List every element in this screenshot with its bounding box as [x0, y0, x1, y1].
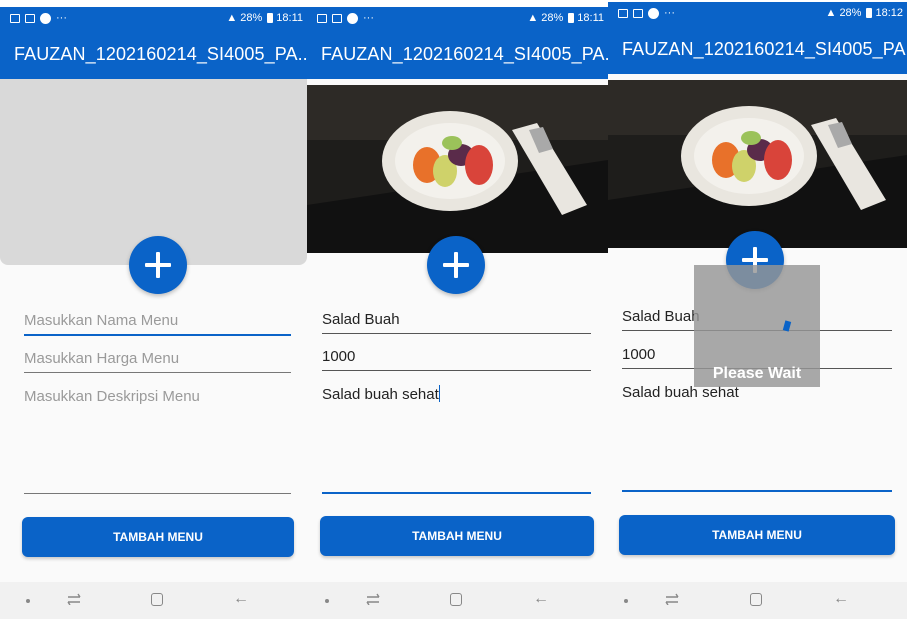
fruit-salad-photo	[307, 85, 608, 253]
calendar-notification-icon	[25, 13, 35, 23]
calendar-notification-icon	[332, 13, 342, 23]
progress-spinner-icon	[782, 320, 792, 332]
battery-icon	[267, 13, 274, 23]
signal-icon: ▲	[825, 7, 837, 19]
gallery-notification-icon	[317, 13, 327, 23]
app-title-bar: FAUZAN_1202160214_SI4005_PA...	[608, 24, 907, 74]
signal-icon: ▲	[226, 12, 238, 24]
status-bar: ··· ▲ 28% 18:11	[307, 7, 608, 29]
gallery-notification-icon	[10, 13, 20, 23]
app-notification-icon	[347, 12, 358, 24]
status-bar: ··· ▲ 28% 18:12	[608, 2, 907, 24]
loading-text: Please Wait	[712, 365, 802, 382]
home-icon[interactable]	[750, 593, 762, 606]
more-notifications: ···	[664, 7, 675, 19]
gallery-notification-icon	[618, 8, 628, 18]
fruit-salad-photo	[608, 80, 907, 248]
battery-percent: 28%	[839, 7, 862, 19]
screen-empty-form: ··· ▲ 28% 18:11 FAUZAN_1202160214_SI4005…	[0, 7, 307, 619]
nav-indicator-dot	[624, 599, 628, 603]
app-title: FAUZAN_1202160214_SI4005_PA...	[622, 38, 907, 59]
app-title-bar: FAUZAN_1202160214_SI4005_PA...	[0, 29, 307, 79]
menu-price-field[interactable]: 1000	[322, 348, 591, 371]
navigation-bar: ←	[608, 582, 907, 619]
screen-loading: ··· ▲ 28% 18:12 FAUZAN_1202160214_SI4005…	[608, 2, 907, 619]
back-icon[interactable]: ←	[833, 590, 849, 608]
add-menu-button[interactable]: TAMBAH MENU	[320, 516, 594, 556]
back-icon[interactable]: ←	[533, 590, 549, 608]
add-image-button[interactable]	[427, 236, 485, 294]
app-title: FAUZAN_1202160214_SI4005_PA...	[14, 43, 307, 64]
menu-photo[interactable]	[307, 85, 608, 253]
clock: 18:11	[276, 12, 303, 24]
app-notification-icon	[40, 12, 51, 24]
clock: 18:11	[577, 12, 604, 24]
menu-price-field[interactable]: Masukkan Harga Menu	[24, 350, 291, 373]
add-image-button[interactable]	[129, 236, 187, 294]
navigation-bar: ←	[307, 582, 608, 619]
clock: 18:12	[875, 7, 903, 19]
menu-name-field[interactable]: Masukkan Nama Menu	[24, 312, 291, 336]
nav-indicator-dot	[26, 599, 30, 603]
app-title: FAUZAN_1202160214_SI4005_PA...	[321, 43, 608, 64]
add-menu-button[interactable]: TAMBAH MENU	[619, 515, 895, 555]
recent-apps-icon[interactable]	[366, 593, 380, 605]
menu-photo[interactable]	[608, 80, 907, 248]
app-title-bar: FAUZAN_1202160214_SI4005_PA...	[307, 29, 608, 79]
navigation-bar: ←	[0, 582, 307, 619]
menu-description-field[interactable]: Masukkan Deskripsi Menu	[24, 388, 291, 494]
home-icon[interactable]	[450, 593, 462, 606]
screen-filled-form: ··· ▲ 28% 18:11 FAUZAN_1202160214_SI4005…	[307, 7, 608, 619]
recent-apps-icon[interactable]	[67, 593, 81, 605]
menu-description-field[interactable]: Salad buah sehat	[622, 384, 892, 492]
calendar-notification-icon	[633, 8, 643, 18]
home-icon[interactable]	[151, 593, 163, 606]
battery-percent: 28%	[541, 12, 564, 24]
loading-dialog: Please Wait	[694, 265, 820, 387]
text-cursor	[438, 385, 440, 402]
menu-description-field[interactable]: Salad buah sehat	[322, 385, 591, 494]
menu-name-field[interactable]: Salad Buah	[322, 311, 591, 334]
more-notifications: ···	[363, 12, 374, 24]
recent-apps-icon[interactable]	[665, 593, 679, 605]
nav-indicator-dot	[325, 599, 329, 603]
signal-icon: ▲	[527, 12, 539, 24]
app-notification-icon	[648, 7, 659, 19]
battery-percent: 28%	[240, 12, 263, 24]
status-bar: ··· ▲ 28% 18:11	[0, 7, 307, 29]
battery-icon	[866, 8, 873, 18]
add-menu-button[interactable]: TAMBAH MENU	[22, 517, 294, 557]
battery-icon	[568, 13, 575, 23]
back-icon[interactable]: ←	[233, 590, 249, 608]
more-notifications: ···	[56, 12, 67, 24]
